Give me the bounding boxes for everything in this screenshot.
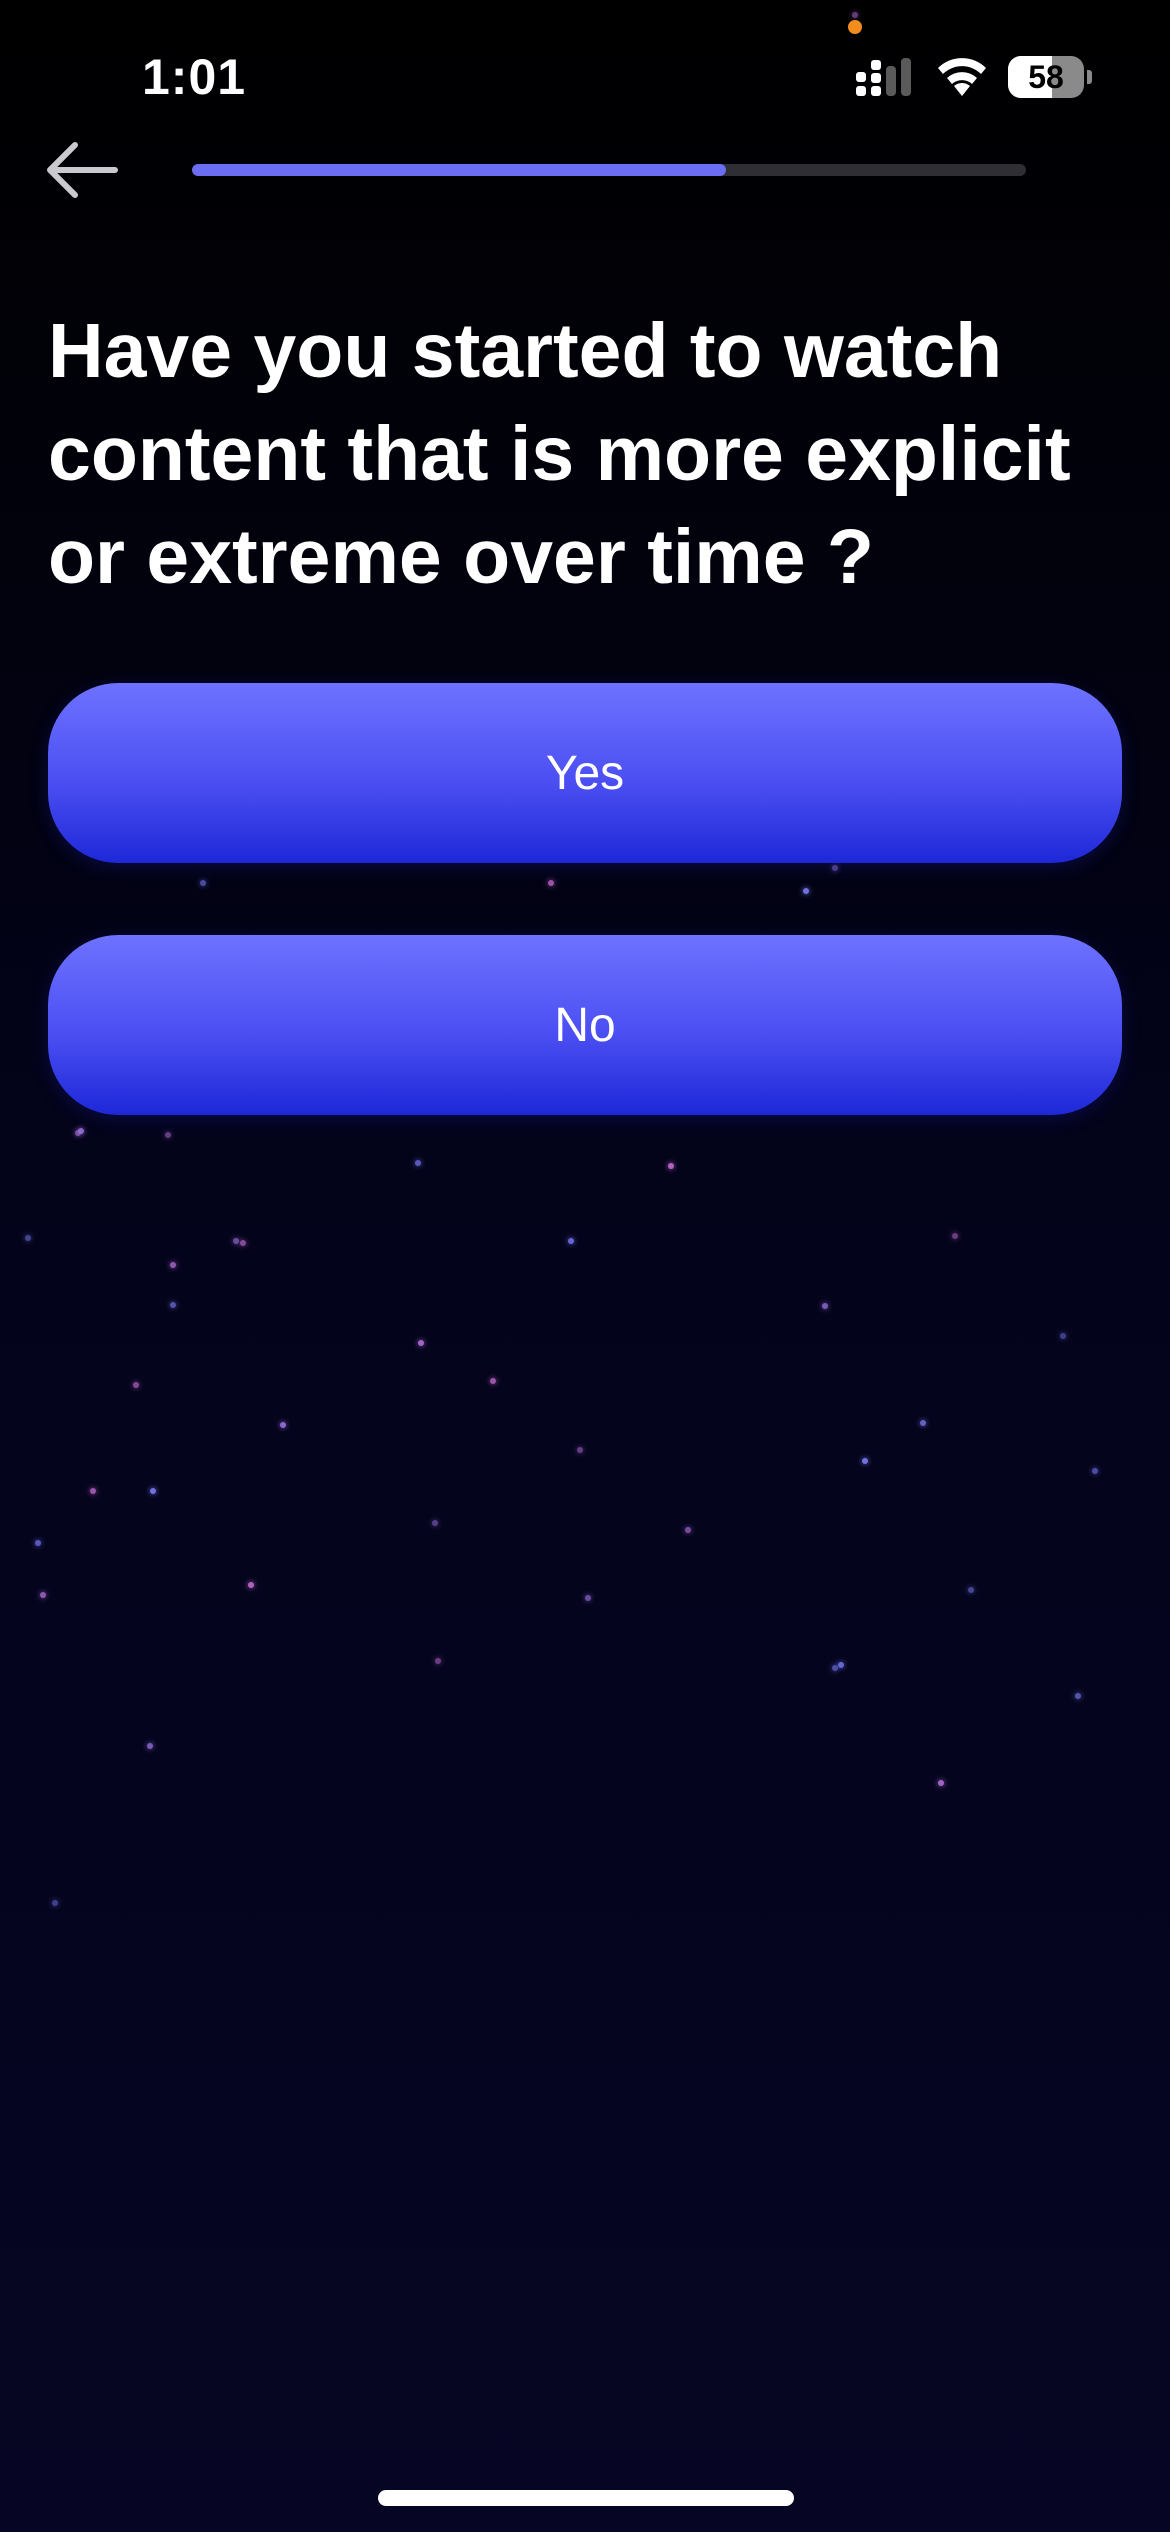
wifi-icon	[938, 58, 986, 96]
star-dot	[25, 1235, 31, 1241]
arrow-left-icon	[47, 142, 118, 198]
star-dot	[90, 1488, 96, 1494]
star-dot	[150, 1488, 156, 1494]
star-dot	[78, 1128, 84, 1134]
star-dot	[838, 1662, 844, 1668]
star-dot	[952, 1233, 958, 1239]
star-dot	[862, 1458, 868, 1464]
back-button[interactable]	[42, 130, 122, 210]
star-dot	[35, 1540, 41, 1546]
star-dot	[1060, 1333, 1066, 1339]
star-dot	[233, 1238, 239, 1244]
star-dot	[40, 1592, 46, 1598]
star-dot	[1092, 1468, 1098, 1474]
quiz-progress-bar	[192, 164, 1026, 176]
question-text: Have you started to watch content that i…	[48, 308, 1071, 600]
star-dot	[822, 1303, 828, 1309]
star-dot	[585, 1595, 591, 1601]
star-dot	[75, 1130, 81, 1136]
home-indicator	[378, 2490, 794, 2506]
star-dot	[240, 1240, 246, 1246]
answer-yes-button[interactable]: Yes	[48, 683, 1122, 863]
star-dot	[52, 1900, 58, 1906]
star-dot	[548, 880, 554, 886]
quiz-progress-fill	[192, 164, 726, 176]
star-dot	[147, 1743, 153, 1749]
star-dot	[200, 880, 206, 886]
star-dot	[490, 1378, 496, 1384]
star-dot	[832, 1665, 838, 1671]
cellular-signal-icon	[856, 58, 911, 96]
star-dot	[668, 1163, 674, 1169]
star-dot	[418, 1340, 424, 1346]
star-dot	[920, 1420, 926, 1426]
star-dot	[968, 1587, 974, 1593]
star-dot	[938, 1780, 944, 1786]
star-dot	[165, 1132, 171, 1138]
battery-level-text: 58	[1028, 59, 1064, 95]
star-dot	[577, 1447, 583, 1453]
star-dot	[568, 1238, 574, 1244]
star-dot	[280, 1422, 286, 1428]
star-dot	[133, 1382, 139, 1388]
battery-icon: 58	[1008, 56, 1092, 98]
status-time: 1:01	[142, 49, 247, 105]
star-dot	[248, 1582, 254, 1588]
star-dot	[1075, 1693, 1081, 1699]
star-dot	[170, 1262, 176, 1268]
star-dot	[435, 1658, 441, 1664]
status-bar: 1:01 58	[0, 0, 1170, 150]
privacy-indicator-dot	[848, 20, 862, 34]
star-dot	[803, 888, 809, 894]
star-dot	[415, 1160, 421, 1166]
star-dot	[170, 1302, 176, 1308]
answer-no-button[interactable]: No	[48, 935, 1122, 1115]
star-dot	[832, 865, 838, 871]
star-dot	[432, 1520, 438, 1526]
star-dot	[685, 1527, 691, 1533]
